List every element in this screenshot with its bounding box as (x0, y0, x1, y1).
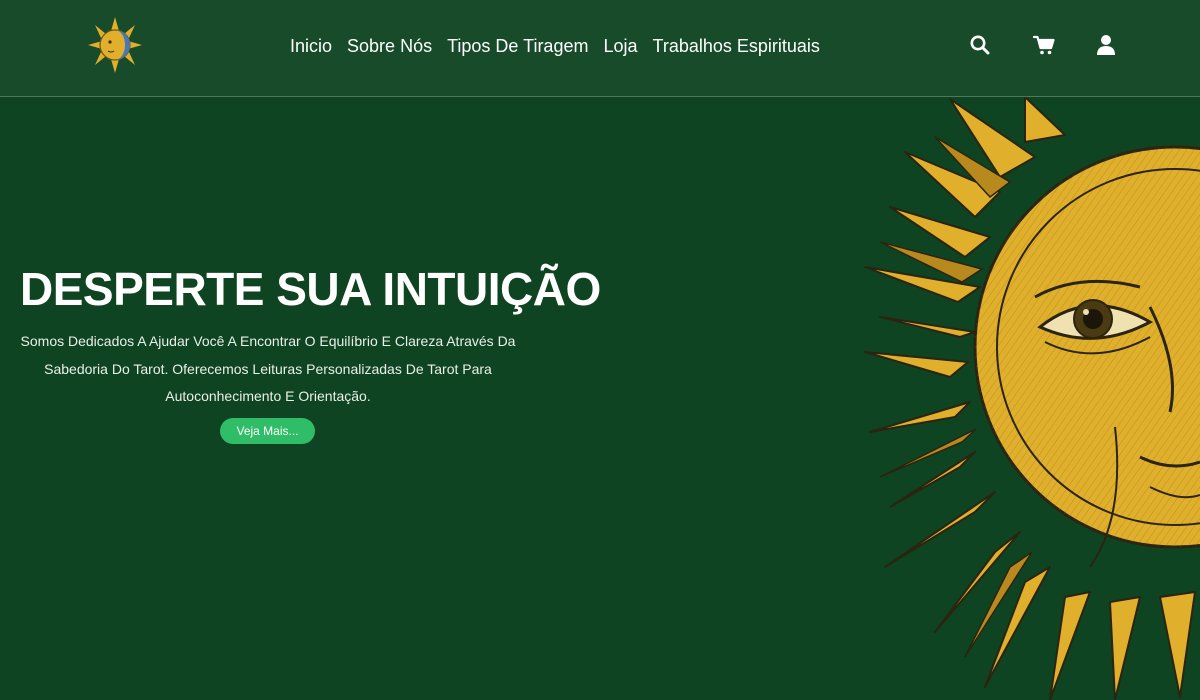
see-more-button[interactable]: Veja Mais... (220, 418, 315, 444)
site-header: Inicio Sobre Nós Tipos De Tiragem Loja T… (0, 0, 1200, 97)
hero-description-line: Sabedoria Do Tarot. Oferecemos Leituras … (44, 360, 492, 377)
nav-item-trabalhos-espirituais[interactable]: Trabalhos Espirituais (653, 36, 820, 57)
user-icon[interactable] (1096, 34, 1120, 58)
sun-illustration (850, 97, 1200, 700)
hero-description-line: Autoconhecimento E Orientação. (165, 388, 371, 404)
hero-description-line: Somos Dedicados A Ajudar Você A Encontra… (20, 333, 516, 349)
nav-item-tipos-de-tiragem[interactable]: Tipos De Tiragem (447, 36, 588, 57)
hero-section: DESPERTE SUA INTUIÇÃO Somos Dedicados A … (0, 97, 1200, 700)
main-nav: Inicio Sobre Nós Tipos De Tiragem Loja T… (290, 36, 820, 57)
nav-item-sobre-nos[interactable]: Sobre Nós (347, 36, 432, 57)
nav-item-inicio[interactable]: Inicio (290, 36, 332, 57)
cart-icon[interactable] (1032, 34, 1056, 58)
sun-moon-logo[interactable] (86, 15, 144, 75)
search-icon[interactable] (969, 34, 993, 58)
nav-item-loja[interactable]: Loja (603, 36, 637, 57)
hero-description: Somos Dedicados A Ajudar Você A Encontra… (20, 328, 516, 411)
hero-title: DESPERTE SUA INTUIÇÃO (20, 263, 601, 315)
